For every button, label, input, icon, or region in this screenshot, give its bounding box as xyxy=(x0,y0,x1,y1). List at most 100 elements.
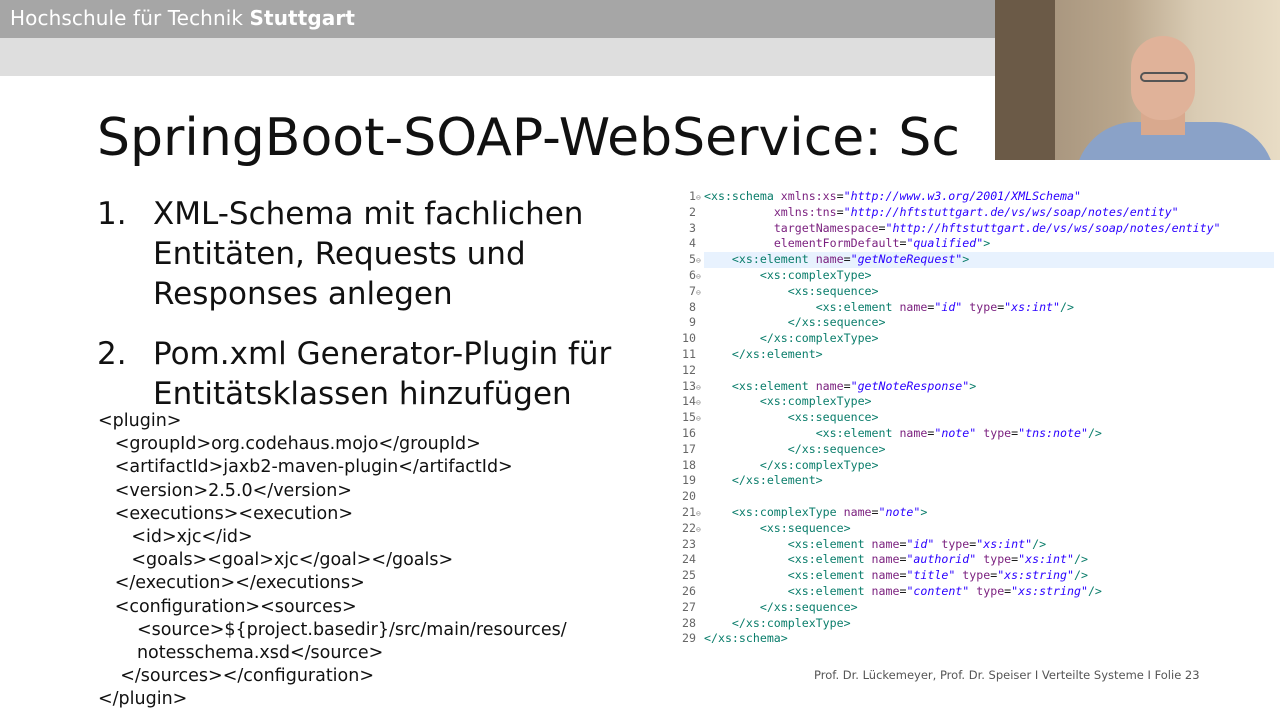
code-token-tag: </xs:sequence> xyxy=(787,441,886,456)
line-number: 6 xyxy=(689,267,696,282)
code-line[interactable]: 11 </xs:element> xyxy=(676,347,1274,363)
fold-toggle-icon[interactable]: ⊖ xyxy=(696,411,704,427)
line-number: 26 xyxy=(682,583,696,598)
line-number: 7 xyxy=(689,283,696,298)
code-token-attr: targetNamespace xyxy=(773,220,879,235)
code-line[interactable]: 29 </xs:schema> xyxy=(676,631,1274,647)
code-token-attr: type xyxy=(983,425,1012,440)
line-number: 11 xyxy=(682,346,696,361)
code-token-val: "http://www.w3.org/2001/XMLSchema" xyxy=(843,189,1081,203)
fold-toggle-icon[interactable]: ⊖ xyxy=(696,253,704,269)
code-token-val: "id" xyxy=(934,299,963,314)
code-token-attr: type xyxy=(969,299,998,314)
code-token-tag: > xyxy=(969,378,977,393)
line-number: 5 xyxy=(689,252,696,267)
code-token-val: "xs:int" xyxy=(1004,299,1061,314)
step-list: 1. XML-Schema mit fachlichen Entitäten, … xyxy=(97,194,677,434)
code-token-val: "getNoteRequest" xyxy=(850,252,963,267)
code-token-tag: > xyxy=(983,236,991,251)
fold-toggle-icon[interactable]: ⊖ xyxy=(696,522,704,538)
code-token-attr: type xyxy=(962,568,991,583)
code-token-tag: > xyxy=(920,504,928,519)
line-number: 8 xyxy=(689,299,696,314)
code-line[interactable]: 17 </xs:sequence> xyxy=(676,442,1274,458)
code-line[interactable]: 2 xmlns:tns="http://hftstuttgart.de/vs/w… xyxy=(676,205,1274,221)
code-token-tag: </xs:sequence> xyxy=(759,599,858,614)
plugin-line: <id>xjc</id> xyxy=(98,527,253,548)
plugin-line: <configuration><sources> xyxy=(98,596,357,617)
code-token-tag: <xs:element xyxy=(815,299,900,314)
code-token-attr: name xyxy=(815,378,844,393)
code-token-tag: <xs:element xyxy=(815,425,900,440)
code-line[interactable]: 24 <xs:element name="authorid" type="xs:… xyxy=(676,552,1274,568)
code-token-val: "note" xyxy=(878,504,921,519)
plugin-line: <artifactId>jaxb2-maven-plugin</artifact… xyxy=(98,457,513,478)
code-line[interactable]: 26 <xs:element name="content" type="xs:s… xyxy=(676,584,1274,600)
code-line[interactable]: 21⊖ <xs:complexType name="note"> xyxy=(676,505,1274,521)
code-line[interactable]: 27 </xs:sequence> xyxy=(676,600,1274,616)
code-token-tag: <xs:complexType> xyxy=(759,267,872,282)
code-line[interactable]: 18 </xs:complexType> xyxy=(676,458,1274,474)
line-number: 3 xyxy=(689,220,696,235)
code-line[interactable]: 6⊖ <xs:complexType> xyxy=(676,268,1274,284)
code-token-tag: <xs:complexType xyxy=(731,504,844,519)
code-content: </xs:complexType> xyxy=(704,616,851,630)
code-line[interactable]: 4 elementFormDefault="qualified"> xyxy=(676,236,1274,252)
line-number: 4 xyxy=(689,236,696,251)
code-line[interactable]: 13⊖ <xs:element name="getNoteResponse"> xyxy=(676,379,1274,395)
code-token-val: "http://hftstuttgart.de/vs/ws/soap/notes… xyxy=(843,204,1179,219)
code-line[interactable]: 8 <xs:element name="id" type="xs:int"/> xyxy=(676,300,1274,316)
line-number: 18 xyxy=(682,457,696,472)
code-line[interactable]: 22⊖ <xs:sequence> xyxy=(676,521,1274,537)
plugin-line: notesschema.xsd</source> xyxy=(98,643,384,664)
fold-toggle-icon[interactable]: ⊖ xyxy=(696,395,704,411)
code-line[interactable]: 1⊖ <xs:schema xmlns:xs="http://www.w3.org… xyxy=(676,189,1274,205)
code-line[interactable]: 15⊖ <xs:sequence> xyxy=(676,410,1274,426)
code-line[interactable]: 16 <xs:element name="note" type="tns:not… xyxy=(676,426,1274,442)
xsd-code-editor[interactable]: 1⊖ <xs:schema xmlns:xs="http://www.w3.org… xyxy=(676,189,1274,647)
code-token-tag: <xs:schema xyxy=(704,189,781,203)
code-line[interactable]: 12 xyxy=(676,363,1274,379)
fold-toggle-icon[interactable]: ⊖ xyxy=(696,506,704,522)
plugin-line: <groupId>org.codehaus.mojo</groupId> xyxy=(98,434,481,455)
code-content: <xs:element name="content" type="xs:stri… xyxy=(704,584,1102,598)
line-number: 13 xyxy=(682,378,696,393)
code-line[interactable]: 5⊖ <xs:element name="getNoteRequest"> xyxy=(676,252,1274,268)
code-token-tag: /> xyxy=(1073,552,1088,567)
brand-bold: Stuttgart xyxy=(249,6,355,30)
code-line[interactable]: 3 targetNamespace="http://hftstuttgart.d… xyxy=(676,221,1274,237)
fold-toggle-icon[interactable]: ⊖ xyxy=(696,190,704,206)
plugin-line: <goals><goal>xjc</goal></goals> xyxy=(98,550,454,571)
code-line[interactable]: 28 </xs:complexType> xyxy=(676,616,1274,632)
fold-toggle-icon[interactable]: ⊖ xyxy=(696,380,704,396)
code-content: <xs:element name="getNoteRequest"> xyxy=(704,252,1274,268)
slide-title: SpringBoot-SOAP-WebService: Sc xyxy=(97,108,960,168)
code-line[interactable]: 23 <xs:element name="id" type="xs:int"/> xyxy=(676,537,1274,553)
code-token-val: "qualified" xyxy=(906,236,984,251)
code-line[interactable]: 14⊖ <xs:complexType> xyxy=(676,394,1274,410)
slide-footer: Prof. Dr. Lückemeyer, Prof. Dr. Speiser … xyxy=(814,668,1200,682)
fold-toggle-icon[interactable]: ⊖ xyxy=(696,269,704,285)
code-line[interactable]: 25 <xs:element name="title" type="xs:str… xyxy=(676,568,1274,584)
code-token-tag: <xs:sequence> xyxy=(787,283,879,298)
code-token-attr: name xyxy=(871,536,900,551)
code-token-attr: type xyxy=(976,583,1005,598)
code-line[interactable]: 19 </xs:element> xyxy=(676,473,1274,489)
fold-toggle-icon[interactable]: ⊖ xyxy=(696,285,704,301)
code-line[interactable]: 20 xyxy=(676,489,1274,505)
line-number: 19 xyxy=(682,473,696,488)
code-token-plain: = xyxy=(843,252,851,267)
code-line[interactable]: 7⊖ <xs:sequence> xyxy=(676,284,1274,300)
code-line[interactable]: 10 </xs:complexType> xyxy=(676,331,1274,347)
code-line[interactable]: 9 </xs:sequence> xyxy=(676,315,1274,331)
code-token-val: "xs:string" xyxy=(997,568,1074,583)
plugin-line: </sources></configuration> xyxy=(98,666,375,687)
code-content: <xs:sequence> xyxy=(704,521,851,535)
code-content: <xs:complexType> xyxy=(704,268,872,282)
